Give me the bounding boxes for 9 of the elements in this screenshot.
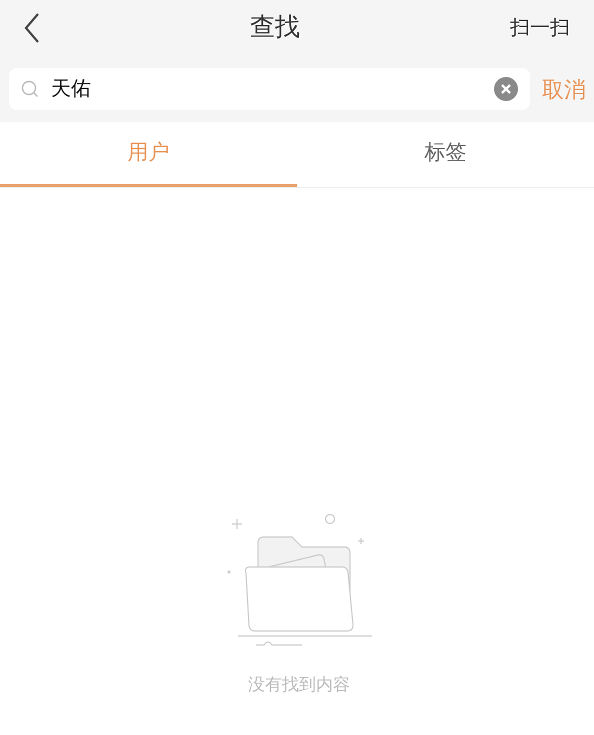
empty-message: 没有找到内容 [248,674,350,696]
page-title: 查找 [250,12,300,43]
search-field[interactable]: 天佑 [9,68,530,110]
clear-icon[interactable] [494,77,518,101]
search-text: 天佑 [51,77,92,102]
search-icon [21,80,39,98]
scan-button[interactable]: 扫一扫 [510,12,570,42]
tab[interactable]: 标签 [297,122,594,187]
back-icon[interactable] [24,12,40,42]
